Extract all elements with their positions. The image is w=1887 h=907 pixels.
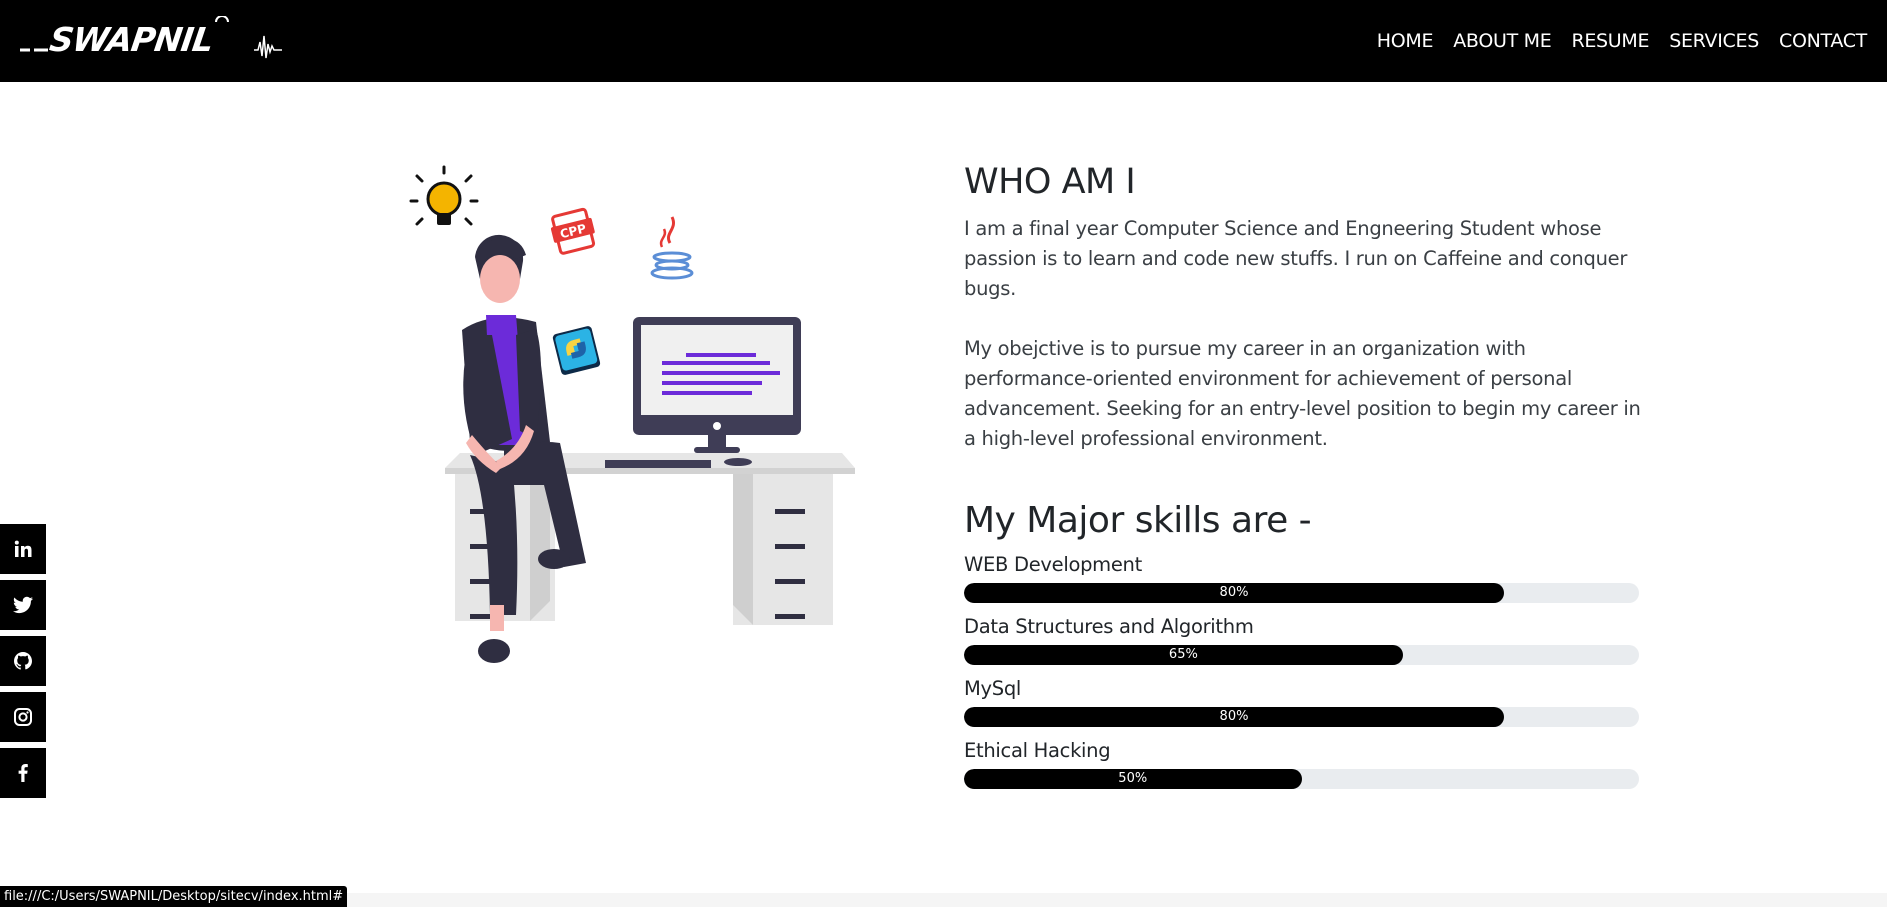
skill-progress-track: 80% bbox=[964, 583, 1639, 603]
github-link[interactable] bbox=[0, 636, 46, 686]
github-icon bbox=[14, 652, 32, 670]
right-drawer-unit bbox=[733, 474, 833, 625]
facebook-link[interactable] bbox=[0, 748, 46, 798]
skill-progress-fill: 80% bbox=[964, 583, 1504, 603]
nav-home[interactable]: HOME bbox=[1377, 30, 1434, 52]
skill-name: Ethical Hacking bbox=[964, 739, 1111, 762]
twitter-icon bbox=[13, 596, 33, 614]
skill-progress-fill: 80% bbox=[964, 707, 1504, 727]
developer-illustration: CPP bbox=[400, 165, 870, 675]
brand-name: SWAPNIL bbox=[47, 20, 216, 59]
about-heading: WHO AM I bbox=[964, 162, 1136, 202]
about-section: WHO AM I I am a final year Computer Scie… bbox=[964, 162, 1644, 789]
facebook-icon bbox=[18, 764, 28, 782]
about-paragraph-intro: I am a final year Computer Science and E… bbox=[964, 217, 1628, 300]
skill-progress-track: 80% bbox=[964, 707, 1639, 727]
monitor bbox=[633, 317, 801, 453]
instagram-link[interactable] bbox=[0, 692, 46, 742]
skill-name: Data Structures and Algorithm bbox=[964, 615, 1254, 638]
nav-services[interactable]: SERVICES bbox=[1669, 30, 1759, 52]
java-icon bbox=[650, 216, 694, 280]
cpp-icon: CPP bbox=[550, 207, 596, 255]
developer-desk-svg: CPP bbox=[409, 165, 855, 663]
skill-name: MySql bbox=[964, 677, 1022, 700]
skills-heading: My Major skills are - bbox=[964, 500, 1312, 541]
twitter-link[interactable] bbox=[0, 580, 46, 630]
skill-progress-fill: 65% bbox=[964, 645, 1403, 665]
nav-about-me[interactable]: ABOUT ME bbox=[1453, 30, 1552, 52]
skill-item: Data Structures and Algorithm 65% bbox=[964, 615, 1644, 665]
skill-item: MySql 80% bbox=[964, 677, 1644, 727]
about-paragraph-objective: My obejctive is to pursue my career in a… bbox=[964, 337, 1641, 450]
linkedin-link[interactable] bbox=[0, 524, 46, 574]
main-nav: HOME ABOUT ME RESUME SERVICES CONTACT bbox=[1357, 0, 1868, 82]
skill-progress-track: 65% bbox=[964, 645, 1639, 665]
skill-progress-fill: 50% bbox=[964, 769, 1302, 789]
skill-item: Ethical Hacking 50% bbox=[964, 739, 1644, 789]
nav-resume[interactable]: RESUME bbox=[1571, 30, 1649, 52]
browser-status-url: file:///C:/Users/SWAPNIL/Desktop/sitecv/… bbox=[0, 886, 348, 907]
linkedin-icon bbox=[14, 540, 32, 557]
nav-contact[interactable]: CONTACT bbox=[1779, 30, 1867, 52]
social-sidebar bbox=[0, 524, 46, 804]
skill-item: WEB Development 80% bbox=[964, 553, 1644, 603]
python-icon bbox=[552, 326, 601, 375]
lightbulb-icon bbox=[409, 165, 479, 226]
skills-list: WEB Development 80% Data Structures and … bbox=[964, 553, 1644, 789]
skill-progress-track: 50% bbox=[964, 769, 1639, 789]
top-navbar: SWAPNIL HOME ABOUT ME RESUME SERVICES CO… bbox=[0, 0, 1887, 82]
brand-logo[interactable]: SWAPNIL bbox=[20, 15, 288, 62]
instagram-icon bbox=[14, 708, 32, 726]
skill-name: WEB Development bbox=[964, 553, 1142, 576]
